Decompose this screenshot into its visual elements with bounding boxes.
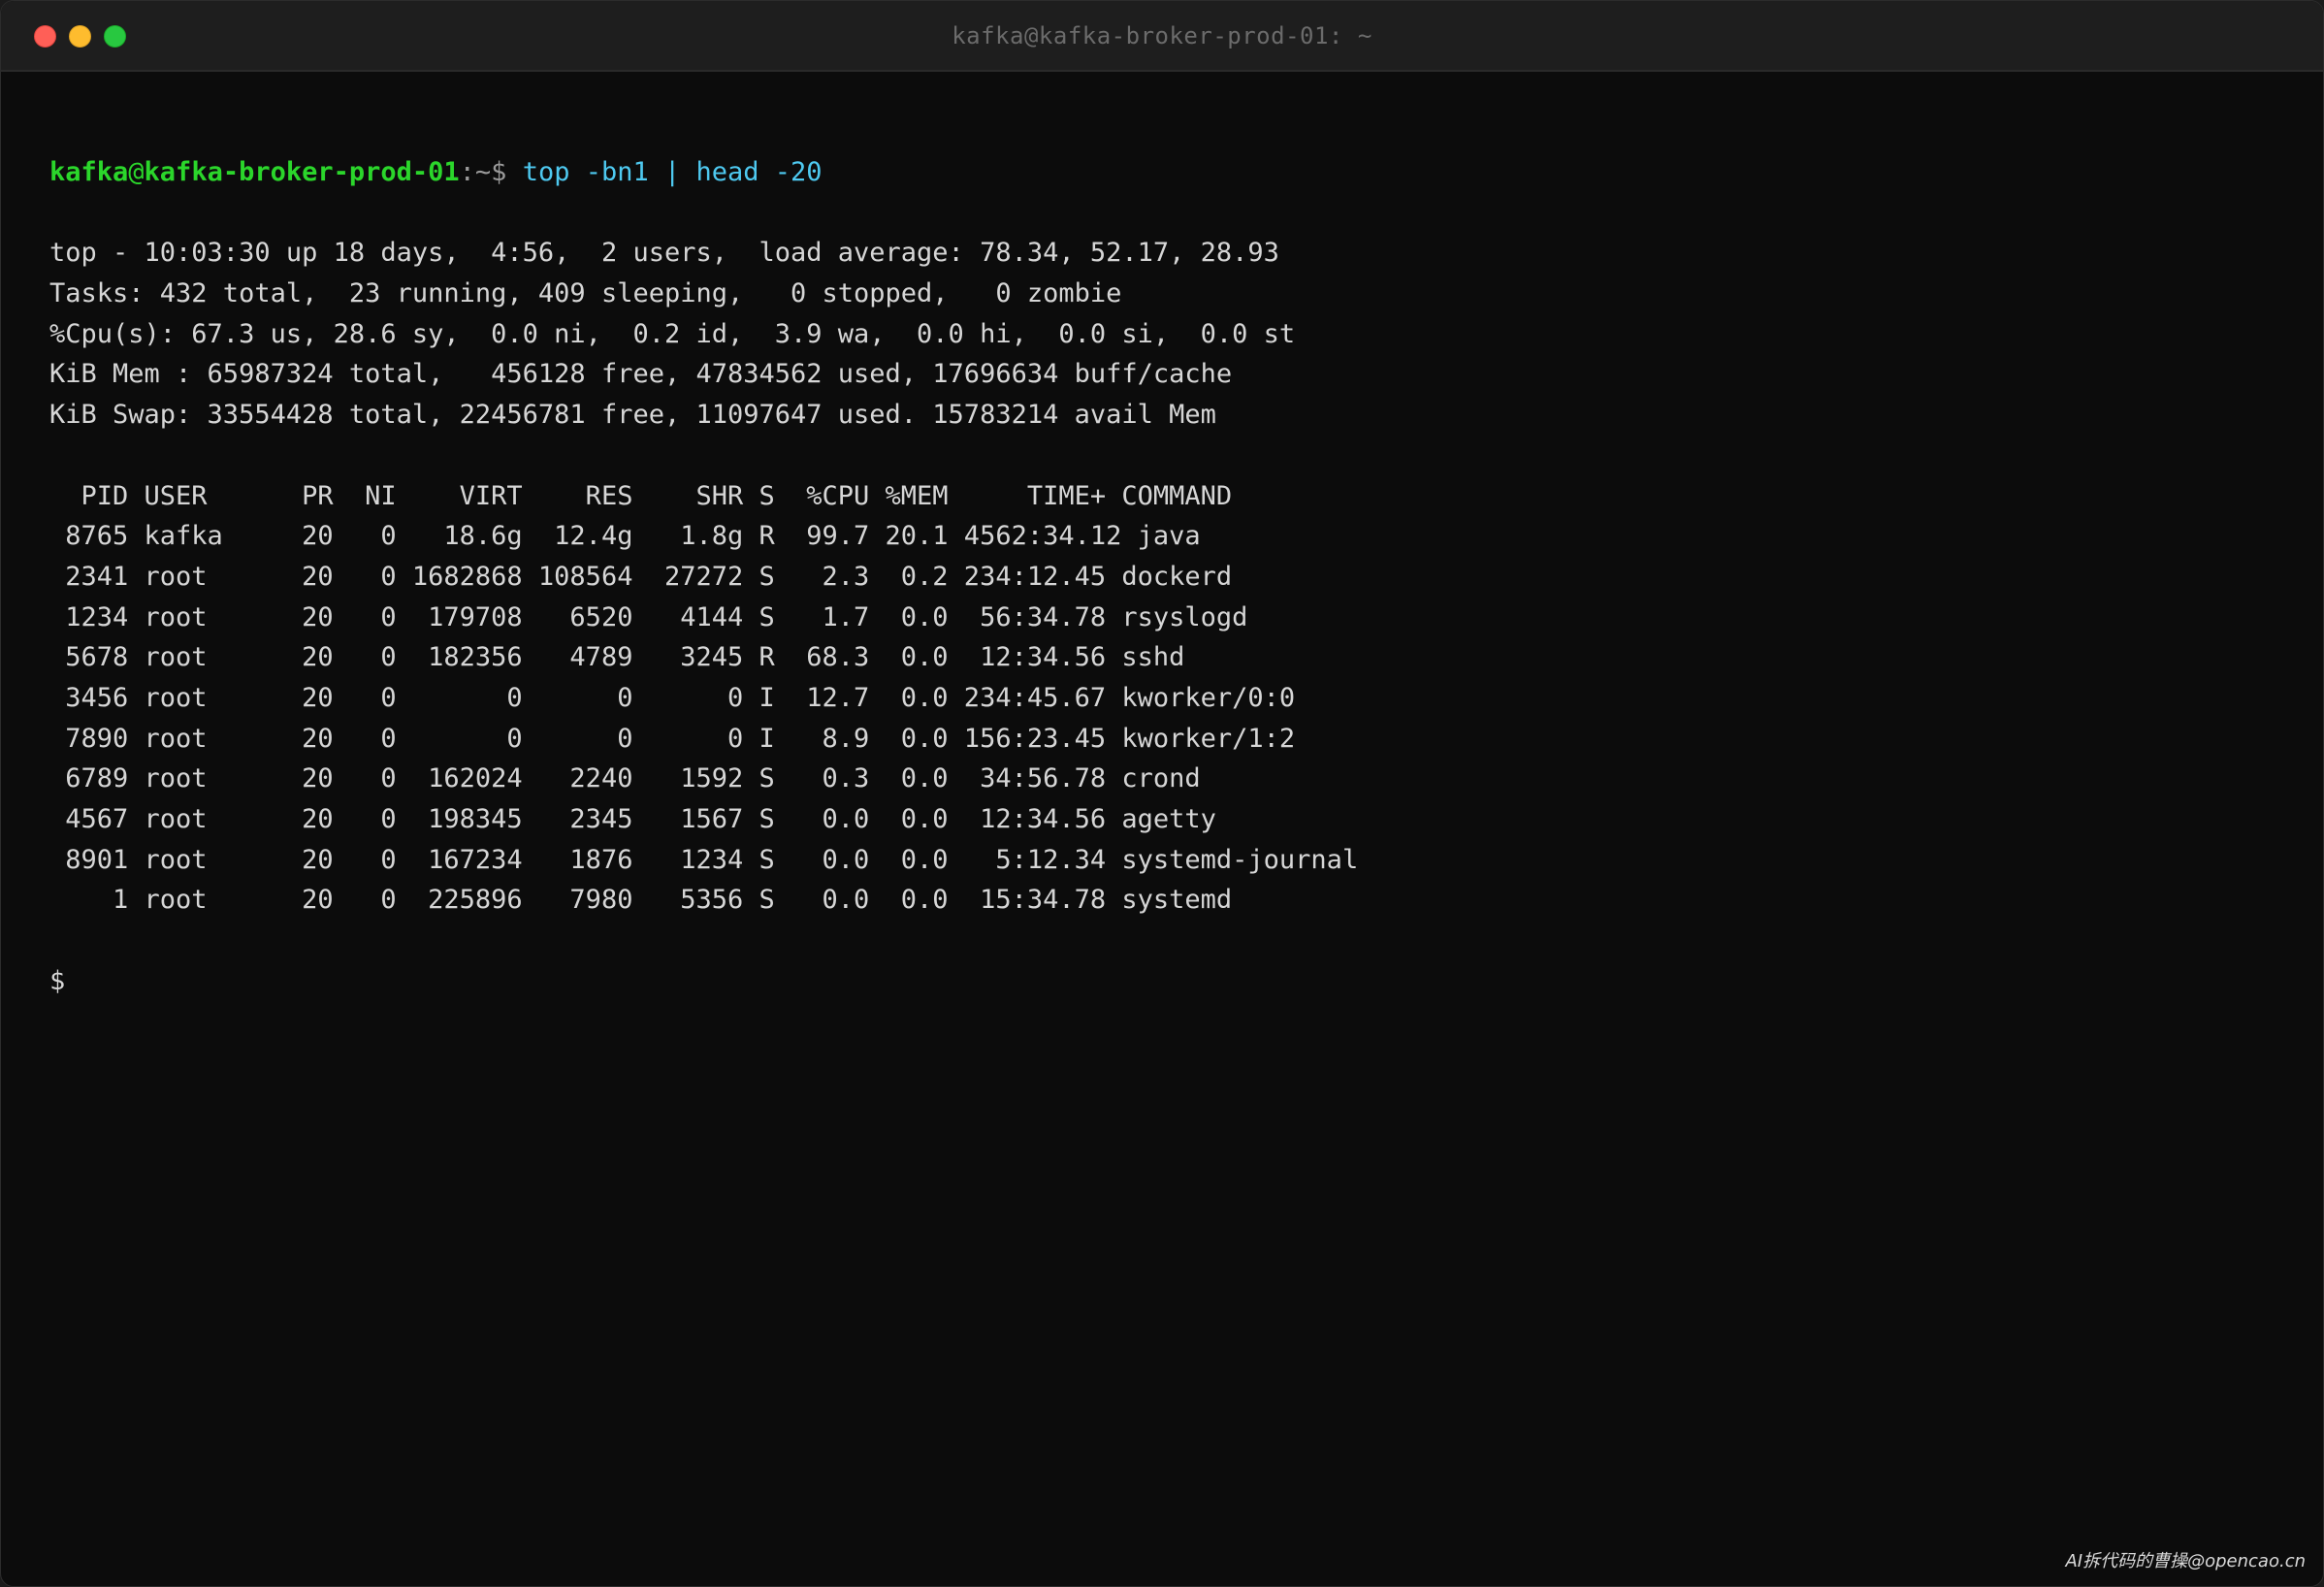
prompt-host: kafka-broker-prod-01: [144, 157, 460, 187]
top-mem-line: KiB Mem : 65987324 total, 456128 free, 4…: [49, 359, 1233, 390]
prompt-path: :~$: [459, 157, 523, 187]
entered-command: top -bn1 | head -20: [522, 157, 823, 187]
process-row: 5678 root 20 0 182356 4789 3245 R 68.3 0…: [49, 642, 1185, 673]
process-row: 3456 root 20 0 0 0 0 I 12.7 0.0 234:45.6…: [49, 682, 1296, 713]
top-tasks-line: Tasks: 432 total, 23 running, 409 sleepi…: [49, 278, 1122, 309]
process-row: 2341 root 20 0 1682868 108564 27272 S 2.…: [49, 561, 1233, 592]
prompt-at: @: [128, 157, 145, 187]
top-uptime-line: top - 10:03:30 up 18 days, 4:56, 2 users…: [49, 238, 1279, 269]
prompt-user: kafka: [49, 157, 129, 187]
process-table-header: PID USER PR NI VIRT RES SHR S %CPU %MEM …: [49, 480, 1233, 511]
watermark-text: AI拆代码的曹操@opencao.cn: [2065, 1551, 2306, 1571]
process-row: 7890 root 20 0 0 0 0 I 8.9 0.0 156:23.45…: [49, 723, 1296, 754]
process-row: 8901 root 20 0 167234 1876 1234 S 0.0 0.…: [49, 844, 1359, 875]
process-row: 1 root 20 0 225896 7980 5356 S 0.0 0.0 1…: [49, 885, 1233, 916]
command-prompt-line: kafka@kafka-broker-prod-01:~$ top -bn1 |…: [49, 152, 2304, 193]
process-row: 6789 root 20 0 162024 2240 1592 S 0.3 0.…: [49, 763, 1201, 794]
title-bar[interactable]: kafka@kafka-broker-prod-01: ~: [1, 1, 2323, 72]
process-row: 4567 root 20 0 198345 2345 1567 S 0.0 0.…: [49, 804, 1216, 834]
process-row: 1234 root 20 0 179708 6520 4144 S 1.7 0.…: [49, 601, 1248, 632]
window-title: kafka@kafka-broker-prod-01: ~: [952, 22, 1372, 49]
process-row: 8765 kafka 20 0 18.6g 12.4g 1.8g R 99.7 …: [49, 521, 1201, 552]
top-cpu-line: %Cpu(s): 67.3 us, 28.6 sy, 0.0 ni, 0.2 i…: [49, 318, 1296, 349]
terminal-window: kafka@kafka-broker-prod-01: ~ kafka@kafk…: [0, 0, 2324, 1587]
top-swap-line: KiB Swap: 33554428 total, 22456781 free,…: [49, 400, 1216, 431]
terminal-content[interactable]: kafka@kafka-broker-prod-01:~$ top -bn1 |…: [49, 152, 2304, 1001]
shell-prompt[interactable]: $: [49, 961, 2304, 1002]
